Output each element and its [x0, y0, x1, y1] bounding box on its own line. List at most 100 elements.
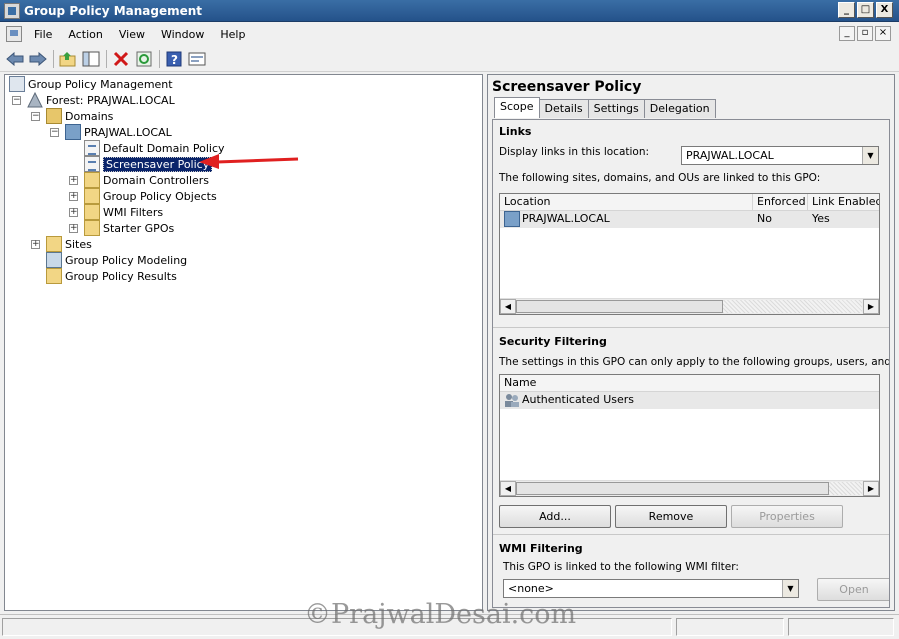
expand-toggle[interactable]: +	[69, 191, 78, 201]
scroll-left-icon[interactable]: ◀	[500, 299, 516, 314]
ou-folder-icon	[84, 172, 100, 188]
tree-item-wmi-filters[interactable]: + WMI Filters	[69, 204, 163, 220]
minimize-button[interactable]: _	[838, 2, 855, 18]
delete-icon[interactable]	[110, 48, 132, 70]
menu-window[interactable]: Window	[153, 26, 212, 43]
refresh-icon[interactable]	[133, 48, 155, 70]
tree-item-domain-controllers[interactable]: + Domain Controllers	[69, 172, 209, 188]
child-restore-button[interactable]: ▫	[857, 26, 873, 41]
toolbar: ?	[0, 46, 899, 72]
up-folder-icon[interactable]	[57, 48, 79, 70]
maximize-button[interactable]: □	[857, 2, 874, 18]
mdi-document-icon[interactable]	[6, 26, 22, 42]
open-button[interactable]: Open	[817, 578, 889, 601]
table-row[interactable]: PRAJWAL.LOCAL No Yes	[500, 211, 879, 228]
scroll-right-icon[interactable]: ▶	[863, 299, 879, 314]
console-tree[interactable]: Group Policy Management − Forest: PRAJWA…	[4, 74, 483, 611]
links-section: Links Display links in this location: PR…	[493, 120, 889, 328]
tree-item-gpo-objects[interactable]: + Group Policy Objects	[69, 188, 217, 204]
properties-icon[interactable]	[186, 48, 208, 70]
scroll-thumb[interactable]	[516, 300, 723, 313]
tree-label: Forest: PRAJWAL.LOCAL	[46, 93, 175, 107]
tree-item-forest[interactable]: − Forest: PRAJWAL.LOCAL	[12, 91, 175, 108]
tab-details[interactable]: Details	[538, 99, 589, 118]
wmi-title: WMI Filtering	[499, 542, 583, 555]
expand-toggle[interactable]: +	[69, 223, 78, 233]
column-link-enabled[interactable]: Link Enabled	[808, 194, 879, 211]
status-cell-2	[676, 618, 784, 636]
gpo-folder-icon	[84, 188, 100, 204]
domains-icon	[46, 108, 62, 124]
security-list[interactable]: Name Authenticated Users ◀ ▶	[499, 374, 880, 497]
tree-item-root[interactable]: Group Policy Management	[9, 76, 173, 92]
remove-button[interactable]: Remove	[615, 505, 727, 528]
security-description: The settings in this GPO can only apply …	[499, 356, 890, 368]
domain-icon	[504, 211, 520, 227]
results-icon	[46, 268, 62, 284]
scroll-left-icon[interactable]: ◀	[500, 481, 516, 496]
chevron-down-icon[interactable]: ▼	[862, 147, 878, 164]
scroll-thumb[interactable]	[516, 482, 829, 495]
collapse-toggle[interactable]: −	[31, 111, 40, 121]
tree-item-sites[interactable]: + Sites	[31, 236, 92, 252]
forward-icon[interactable]	[27, 48, 49, 70]
tree-item-screensaver-policy[interactable]: Screensaver Policy	[84, 156, 213, 172]
tab-strip: Scope Details Settings Delegation	[494, 97, 716, 118]
column-name[interactable]: Name	[500, 375, 879, 392]
child-window-controls: _ ▫ ×	[839, 26, 891, 41]
menu-help[interactable]: Help	[212, 26, 253, 43]
child-close-button[interactable]: ×	[875, 26, 891, 41]
wmi-description: This GPO is linked to the following WMI …	[503, 561, 739, 573]
expand-toggle[interactable]: +	[69, 175, 78, 185]
tree-label: WMI Filters	[103, 205, 164, 219]
wmi-section: WMI Filtering This GPO is linked to the …	[493, 535, 889, 607]
properties-button[interactable]: Properties	[731, 505, 843, 528]
expand-toggle[interactable]: +	[69, 207, 78, 217]
menu-view[interactable]: View	[111, 26, 153, 43]
security-hscrollbar[interactable]: ◀ ▶	[500, 480, 879, 496]
scroll-track[interactable]	[829, 482, 862, 495]
chevron-down-icon[interactable]: ▼	[782, 580, 798, 597]
security-header: Name	[500, 375, 879, 392]
menu-action[interactable]: Action	[60, 26, 110, 43]
links-title: Links	[499, 125, 532, 138]
links-list[interactable]: Location Enforced Link Enabled PRAJWAL.L…	[499, 193, 880, 315]
tree-item-domains[interactable]: − Domains	[31, 108, 113, 124]
details-pane: Screensaver Policy Scope Details Setting…	[487, 74, 895, 611]
expand-toggle[interactable]: +	[31, 239, 40, 249]
close-button[interactable]: X	[876, 2, 893, 18]
tree-item-modeling[interactable]: Group Policy Modeling	[46, 252, 187, 268]
links-description: The following sites, domains, and OUs ar…	[499, 172, 821, 184]
menu-file[interactable]: File	[26, 26, 60, 43]
child-minimize-button[interactable]: _	[839, 26, 855, 41]
scroll-right-icon[interactable]: ▶	[863, 481, 879, 496]
list-item[interactable]: Authenticated Users	[500, 392, 879, 409]
help-icon[interactable]: ?	[163, 48, 185, 70]
modeling-icon	[46, 252, 62, 268]
tree-label: Domain Controllers	[103, 173, 210, 187]
column-location[interactable]: Location	[500, 194, 753, 211]
window-controls: _ □ X	[838, 2, 893, 18]
tree-label: Group Policy Objects	[103, 189, 217, 203]
tree-item-domain[interactable]: − PRAJWAL.LOCAL	[50, 124, 172, 140]
tab-scope[interactable]: Scope	[494, 97, 540, 118]
add-button[interactable]: Add...	[499, 505, 611, 528]
scroll-track[interactable]	[723, 300, 862, 313]
tab-delegation[interactable]: Delegation	[643, 99, 716, 118]
links-hscrollbar[interactable]: ◀ ▶	[500, 298, 879, 314]
starter-folder-icon	[84, 220, 100, 236]
back-icon[interactable]	[4, 48, 26, 70]
tree-item-starter-gpos[interactable]: + Starter GPOs	[69, 220, 174, 236]
display-links-label: Display links in this location:	[499, 146, 650, 158]
collapse-toggle[interactable]: −	[50, 127, 59, 137]
tab-settings[interactable]: Settings	[587, 99, 645, 118]
column-enforced[interactable]: Enforced	[753, 194, 808, 211]
collapse-toggle[interactable]: −	[12, 95, 21, 105]
show-hide-tree-icon[interactable]	[80, 48, 102, 70]
wmi-filter-dropdown[interactable]: <none> ▼	[503, 579, 799, 598]
tree-item-results[interactable]: Group Policy Results	[46, 268, 177, 284]
window-title-bar[interactable]: Group Policy Management _ □ X	[0, 0, 899, 22]
display-links-dropdown[interactable]: PRAJWAL.LOCAL ▼	[681, 146, 879, 165]
gpm-app-icon	[4, 2, 20, 19]
annotation-arrow	[199, 154, 299, 169]
